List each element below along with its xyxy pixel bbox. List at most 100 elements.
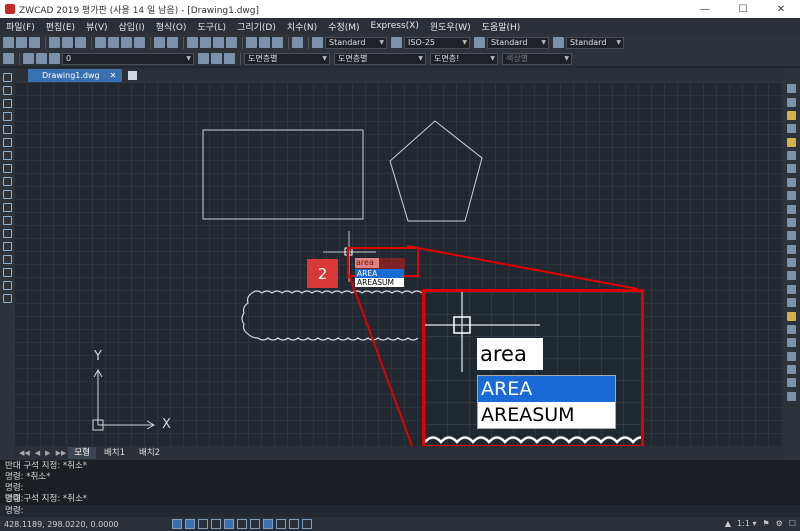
menu-tools[interactable]: 도구(L)	[197, 20, 226, 33]
trim-tool-icon[interactable]	[787, 204, 796, 214]
minimize-button[interactable]: —	[686, 0, 724, 18]
lineweight-toggle-icon[interactable]	[276, 519, 286, 529]
drawn-pentagon[interactable]	[389, 120, 483, 222]
explode-tool-icon[interactable]	[787, 298, 796, 308]
clean-screen-icon[interactable]: ☐	[789, 519, 796, 528]
annotation-scale-select[interactable]: 1:1 ▾	[737, 519, 756, 528]
ellipse-tool-icon[interactable]	[2, 190, 12, 199]
undo-icon[interactable]	[154, 37, 165, 48]
menu-view[interactable]: 뷰(V)	[86, 20, 107, 33]
color-select[interactable]: 도면층별 ▼	[244, 52, 330, 65]
annotation-visibility-icon[interactable]: ▲	[725, 519, 731, 528]
ellipse-arc-tool-icon[interactable]	[2, 203, 12, 212]
drawn-revision-cloud[interactable]	[241, 290, 423, 341]
spline-tool-icon[interactable]	[2, 177, 12, 186]
zoom-window-icon[interactable]	[213, 37, 224, 48]
dimension-angular-icon[interactable]	[787, 391, 796, 401]
design-center-icon[interactable]	[259, 37, 270, 48]
workspace-gear-icon[interactable]: ⚙	[776, 519, 783, 528]
dimension-aligned-icon[interactable]	[787, 365, 796, 375]
move-tool-icon[interactable]	[787, 151, 796, 161]
plot-style-select[interactable]: 색상별 ▼	[502, 52, 572, 65]
grid-toggle-icon[interactable]	[185, 519, 195, 529]
line-tool-icon[interactable]	[2, 73, 12, 82]
multileader-style-select[interactable]: Standard ▼	[566, 36, 624, 49]
table-tool-icon[interactable]	[2, 294, 12, 303]
zoom-previous-icon[interactable]	[226, 37, 237, 48]
properties-palette-icon[interactable]	[787, 338, 796, 348]
polar-toggle-icon[interactable]	[211, 519, 221, 529]
autocomplete-option-area[interactable]: AREA	[355, 269, 404, 278]
menu-express[interactable]: Express(X)	[371, 21, 419, 31]
autocomplete-option-areasum[interactable]: AREASUM	[355, 278, 404, 287]
array-tool-icon[interactable]	[787, 137, 796, 147]
menu-modify[interactable]: 수정(M)	[328, 20, 359, 33]
rotate-tool-icon[interactable]	[787, 164, 796, 174]
preview-icon[interactable]	[62, 37, 73, 48]
tab-layout2[interactable]: 배치2	[133, 447, 166, 459]
break-at-point-icon[interactable]	[787, 231, 796, 241]
open-file-icon[interactable]	[16, 37, 27, 48]
save-icon[interactable]	[29, 37, 40, 48]
first-layout-icon[interactable]: ◀◀	[19, 449, 30, 457]
make-block-icon[interactable]	[2, 229, 12, 238]
menu-file[interactable]: 파일(F)	[6, 20, 35, 33]
mirror-tool-icon[interactable]	[787, 110, 796, 120]
otrack-toggle-icon[interactable]	[237, 519, 247, 529]
zoom-realtime-icon[interactable]	[200, 37, 211, 48]
close-icon[interactable]: ✕	[110, 71, 117, 80]
layer-manager-icon[interactable]	[3, 53, 14, 64]
new-file-icon[interactable]	[3, 37, 14, 48]
break-tool-icon[interactable]	[787, 244, 796, 254]
dim-style-select[interactable]: ISO-25 ▼	[404, 36, 470, 49]
lengthen-tool-icon[interactable]	[787, 311, 796, 321]
drawing-canvas[interactable]: Y X area AREA AREASUM 2 area AREA AREASU…	[14, 82, 783, 446]
polyline-tool-icon[interactable]	[2, 99, 12, 108]
snap-toggle-icon[interactable]	[172, 519, 182, 529]
chamfer-tool-icon[interactable]	[787, 271, 796, 281]
document-tab[interactable]: Drawing1.dwg ✕	[28, 69, 123, 82]
stretch-tool-icon[interactable]	[787, 191, 796, 201]
offset-tool-icon[interactable]	[787, 124, 796, 134]
menu-window[interactable]: 윈도우(W)	[430, 20, 471, 33]
ortho-toggle-icon[interactable]	[198, 519, 208, 529]
lineweight-select[interactable]: 도면층! ▼	[430, 52, 498, 65]
redo-icon[interactable]	[167, 37, 178, 48]
erase-tool-icon[interactable]	[787, 84, 796, 94]
scale-tool-icon[interactable]	[787, 177, 796, 187]
region-tool-icon[interactable]	[2, 281, 12, 290]
annotation-auto-scale-icon[interactable]: ⚑	[762, 519, 769, 528]
paste-icon[interactable]	[121, 37, 132, 48]
menu-dimension[interactable]: 치수(N)	[287, 20, 317, 33]
arc-tool-icon[interactable]	[2, 138, 12, 147]
join-tool-icon[interactable]	[787, 258, 796, 268]
xline-tool-icon[interactable]	[2, 86, 12, 95]
circle-tool-icon[interactable]	[2, 151, 12, 160]
publish-icon[interactable]	[75, 37, 86, 48]
dynamic-input-toggle-icon[interactable]	[263, 519, 273, 529]
dimension-radius-icon[interactable]	[787, 378, 796, 388]
layer-state-icon[interactable]	[224, 53, 235, 64]
quick-properties-toggle-icon[interactable]	[302, 519, 312, 529]
dimension-linear-icon[interactable]	[787, 351, 796, 361]
insert-block-icon[interactable]	[2, 216, 12, 225]
menu-format[interactable]: 형식(O)	[156, 20, 187, 33]
text-style-select[interactable]: Standard ▼	[325, 36, 387, 49]
menu-draw[interactable]: 그리기(D)	[237, 20, 276, 33]
transparency-toggle-icon[interactable]	[289, 519, 299, 529]
help-icon[interactable]	[292, 37, 303, 48]
extend-tool-icon[interactable]	[787, 217, 796, 227]
print-icon[interactable]	[49, 37, 60, 48]
table-style-select[interactable]: Standard ▼	[487, 36, 549, 49]
make-current-layer-icon[interactable]	[198, 53, 209, 64]
point-tool-icon[interactable]	[2, 242, 12, 251]
next-layout-icon[interactable]: ▶	[45, 449, 50, 457]
close-button[interactable]: ✕	[762, 0, 800, 18]
layer-previous-icon[interactable]	[211, 53, 222, 64]
revcloud-tool-icon[interactable]	[2, 164, 12, 173]
gradient-tool-icon[interactable]	[2, 268, 12, 277]
align-tool-icon[interactable]	[787, 324, 796, 334]
new-tab-icon[interactable]	[128, 71, 138, 80]
maximize-button[interactable]: ☐	[724, 0, 762, 18]
copy-icon[interactable]	[108, 37, 119, 48]
